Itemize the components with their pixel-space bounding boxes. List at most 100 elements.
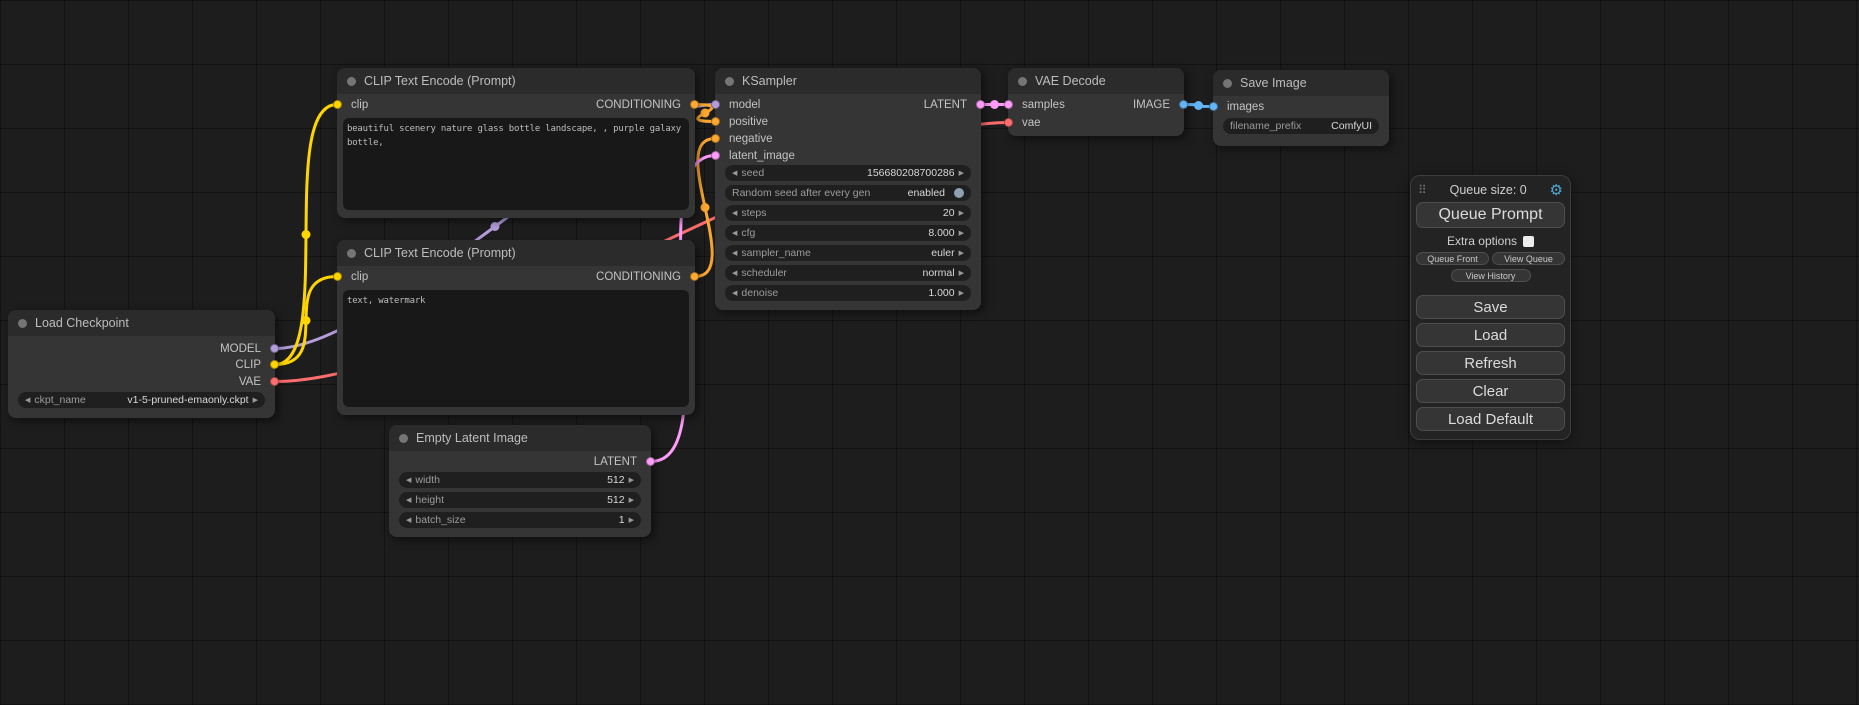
arrow-left-icon[interactable]: ◀ xyxy=(406,517,411,524)
vae-input-port[interactable] xyxy=(1004,118,1013,127)
collapse-dot-icon[interactable] xyxy=(347,249,356,258)
node-title-bar[interactable]: CLIP Text Encode (Prompt) xyxy=(337,240,695,266)
node-load-checkpoint[interactable]: Load Checkpoint MODEL CLIP VAE ◀ ckpt_na… xyxy=(8,310,275,418)
widget-value: 512 xyxy=(607,494,625,506)
model-input-port[interactable] xyxy=(711,100,720,109)
node-title-bar[interactable]: Load Checkpoint xyxy=(8,310,275,336)
widget-label: steps xyxy=(741,207,766,219)
arrow-right-icon[interactable]: ▶ xyxy=(959,210,964,217)
denoise-widget[interactable]: ◀ denoise 1.000 ▶ xyxy=(725,285,971,301)
arrow-left-icon[interactable]: ◀ xyxy=(25,397,30,404)
queue-front-button[interactable]: Queue Front xyxy=(1416,252,1489,265)
widget-label: seed xyxy=(741,167,764,179)
collapse-dot-icon[interactable] xyxy=(725,77,734,86)
random-seed-toggle-widget[interactable]: Random seed after every gen enabled xyxy=(725,185,971,201)
image-output-port[interactable] xyxy=(1179,100,1188,109)
drag-handle-icon[interactable]: ⠿ xyxy=(1418,183,1427,197)
view-history-button[interactable]: View History xyxy=(1451,269,1531,282)
steps-widget[interactable]: ◀ steps 20 ▶ xyxy=(725,205,971,221)
node-clip-text-encode-negative[interactable]: CLIP Text Encode (Prompt) clip CONDITION… xyxy=(337,240,695,415)
arrow-right-icon[interactable]: ▶ xyxy=(629,477,634,484)
clip-output-port[interactable] xyxy=(270,360,279,369)
arrow-left-icon[interactable]: ◀ xyxy=(732,270,737,277)
arrow-right-icon[interactable]: ▶ xyxy=(959,250,964,257)
input-slot-samples: samples xyxy=(1008,96,1065,113)
scheduler-widget[interactable]: ◀ scheduler normal ▶ xyxy=(725,265,971,281)
filename-prefix-widget[interactable]: filename_prefix ComfyUI xyxy=(1223,118,1379,134)
arrow-right-icon[interactable]: ▶ xyxy=(253,397,258,404)
arrow-left-icon[interactable]: ◀ xyxy=(406,477,411,484)
slot-label: CONDITIONING xyxy=(596,271,681,283)
widget-label: batch_size xyxy=(415,514,465,526)
node-title-bar[interactable]: Save Image xyxy=(1213,70,1389,96)
vae-output-port[interactable] xyxy=(270,377,279,386)
latent-image-input-port[interactable] xyxy=(711,151,720,160)
arrow-left-icon[interactable]: ◀ xyxy=(732,230,737,237)
cfg-widget[interactable]: ◀ cfg 8.000 ▶ xyxy=(725,225,971,241)
collapse-dot-icon[interactable] xyxy=(1223,79,1232,88)
arrow-left-icon[interactable]: ◀ xyxy=(732,250,737,257)
arrow-left-icon[interactable]: ◀ xyxy=(732,170,737,177)
sampler-name-widget[interactable]: ◀ sampler_name euler ▶ xyxy=(725,245,971,261)
slot-label: MODEL xyxy=(220,343,261,355)
clear-button[interactable]: Clear xyxy=(1416,379,1565,403)
extra-options-checkbox[interactable] xyxy=(1523,236,1534,247)
arrow-right-icon[interactable]: ▶ xyxy=(629,517,634,524)
node-title-bar[interactable]: VAE Decode xyxy=(1008,68,1184,94)
collapse-dot-icon[interactable] xyxy=(1018,77,1027,86)
node-title: Load Checkpoint xyxy=(35,316,129,330)
slot-label: negative xyxy=(729,133,772,145)
node-title-bar[interactable]: CLIP Text Encode (Prompt) xyxy=(337,68,695,94)
widget-label: Random seed after every gen xyxy=(732,187,870,199)
arrow-left-icon[interactable]: ◀ xyxy=(732,210,737,217)
slot-label: CONDITIONING xyxy=(596,99,681,111)
arrow-right-icon[interactable]: ▶ xyxy=(959,270,964,277)
queue-prompt-button[interactable]: Queue Prompt xyxy=(1416,202,1565,228)
toggle-knob-icon[interactable] xyxy=(954,188,964,198)
arrow-left-icon[interactable]: ◀ xyxy=(406,497,411,504)
latent-output-port[interactable] xyxy=(976,100,985,109)
collapse-dot-icon[interactable] xyxy=(18,319,27,328)
images-input-port[interactable] xyxy=(1209,102,1218,111)
clip-input-port[interactable] xyxy=(333,272,342,281)
batch-size-widget[interactable]: ◀ batch_size 1 ▶ xyxy=(399,512,641,528)
node-graph-canvas[interactable]: Load Checkpoint MODEL CLIP VAE ◀ ckpt_na… xyxy=(0,0,1859,705)
refresh-button[interactable]: Refresh xyxy=(1416,351,1565,375)
node-title-bar[interactable]: Empty Latent Image xyxy=(389,425,651,451)
slot-label: images xyxy=(1227,101,1264,113)
load-default-button[interactable]: Load Default xyxy=(1416,407,1565,431)
arrow-right-icon[interactable]: ▶ xyxy=(959,170,964,177)
model-output-port[interactable] xyxy=(270,344,279,353)
ckpt-name-widget[interactable]: ◀ ckpt_name v1-5-pruned-emaonly.ckpt ▶ xyxy=(18,392,265,408)
negative-input-port[interactable] xyxy=(711,134,720,143)
width-widget[interactable]: ◀ width 512 ▶ xyxy=(399,472,641,488)
arrow-right-icon[interactable]: ▶ xyxy=(959,290,964,297)
collapse-dot-icon[interactable] xyxy=(347,77,356,86)
samples-input-port[interactable] xyxy=(1004,100,1013,109)
conditioning-output-port[interactable] xyxy=(690,272,699,281)
collapse-dot-icon[interactable] xyxy=(399,434,408,443)
load-button[interactable]: Load xyxy=(1416,323,1565,347)
clip-input-port[interactable] xyxy=(333,100,342,109)
queue-panel: ⠿ Queue size: 0 ⚙ Queue Prompt Extra opt… xyxy=(1410,175,1571,440)
latent-output-port[interactable] xyxy=(646,457,655,466)
height-widget[interactable]: ◀ height 512 ▶ xyxy=(399,492,641,508)
prompt-textarea[interactable]: beautiful scenery nature glass bottle la… xyxy=(343,118,689,210)
view-queue-button[interactable]: View Queue xyxy=(1492,252,1565,265)
arrow-right-icon[interactable]: ▶ xyxy=(629,497,634,504)
widget-value: enabled xyxy=(908,187,945,199)
node-save-image[interactable]: Save Image images filename_prefix ComfyU… xyxy=(1213,70,1389,146)
node-ksampler[interactable]: KSampler model positive negative latent_… xyxy=(715,68,981,310)
arrow-right-icon[interactable]: ▶ xyxy=(959,230,964,237)
prompt-textarea[interactable]: text, watermark xyxy=(343,290,689,407)
conditioning-output-port[interactable] xyxy=(690,100,699,109)
node-title-bar[interactable]: KSampler xyxy=(715,68,981,94)
node-clip-text-encode-positive[interactable]: CLIP Text Encode (Prompt) clip CONDITION… xyxy=(337,68,695,218)
settings-gear-icon[interactable]: ⚙ xyxy=(1550,183,1563,198)
node-empty-latent-image[interactable]: Empty Latent Image LATENT ◀ width 512 ▶ … xyxy=(389,425,651,537)
node-vae-decode[interactable]: VAE Decode samples vae IMAGE xyxy=(1008,68,1184,136)
seed-widget[interactable]: ◀ seed 156680208700286 ▶ xyxy=(725,165,971,181)
save-button[interactable]: Save xyxy=(1416,295,1565,319)
arrow-left-icon[interactable]: ◀ xyxy=(732,290,737,297)
positive-input-port[interactable] xyxy=(711,117,720,126)
